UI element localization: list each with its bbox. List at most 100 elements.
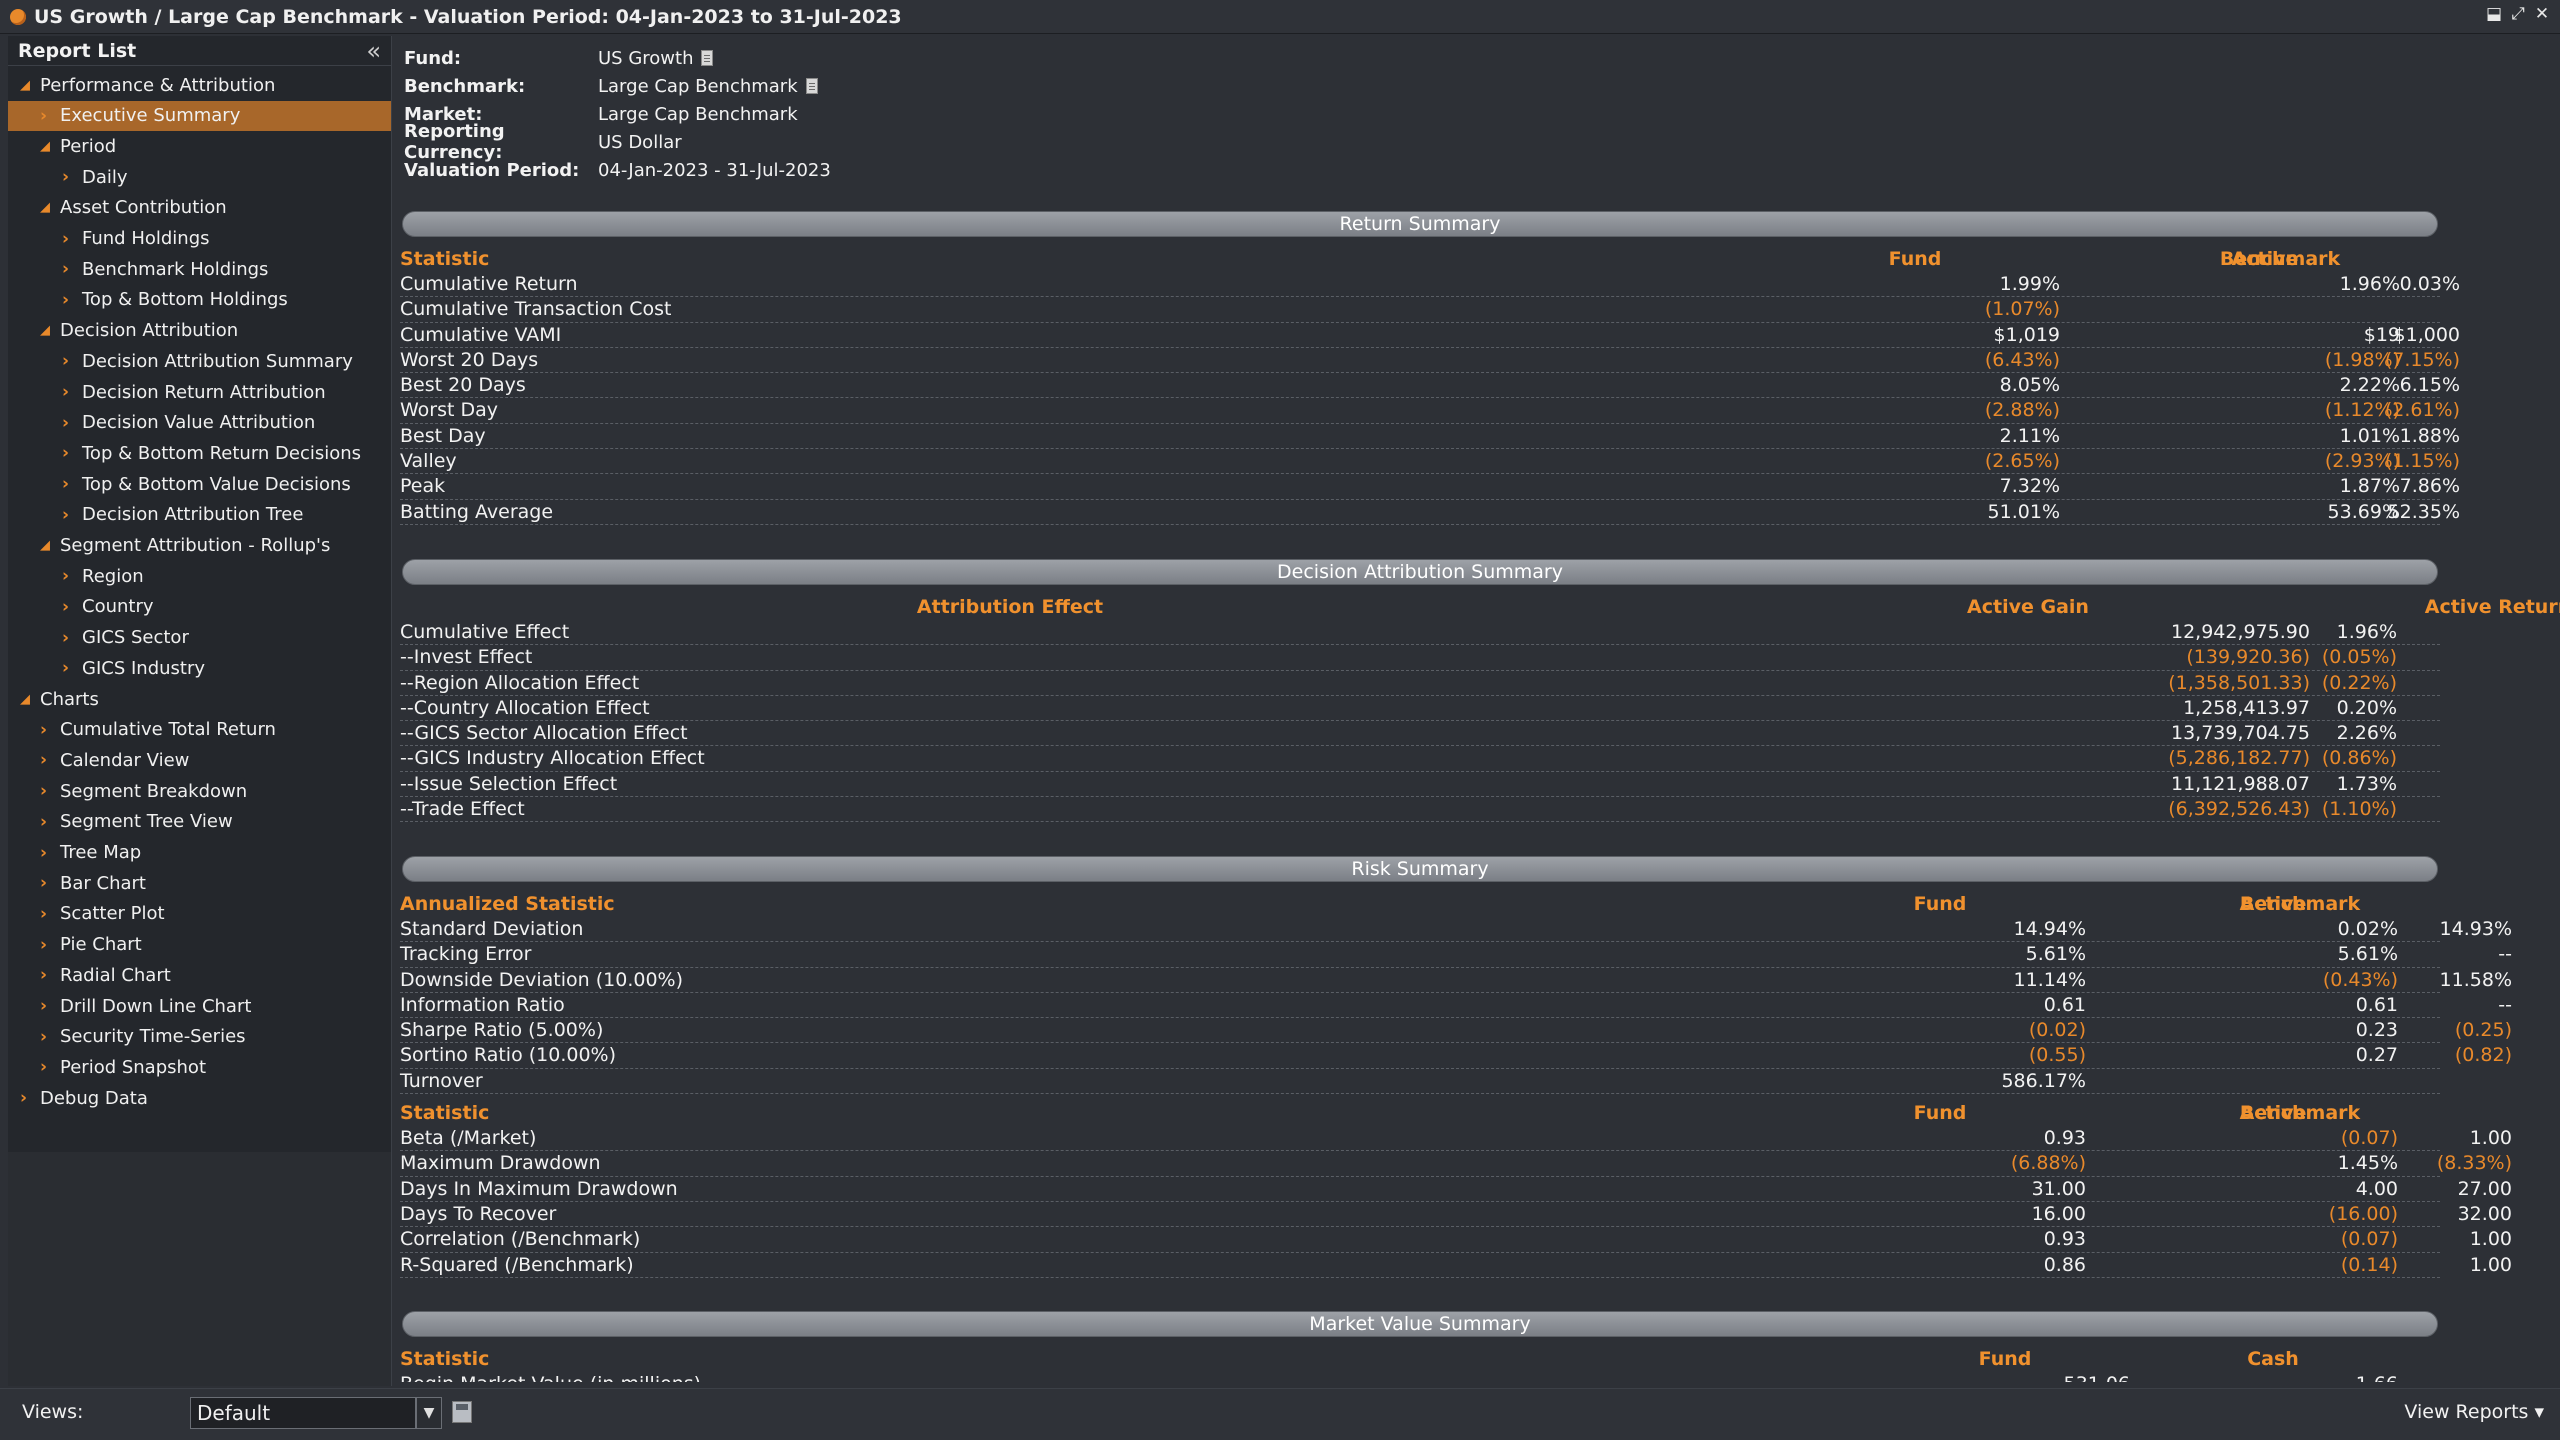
table-row[interactable]: Valley (2.65%) (1.15%) (2.93%): [400, 449, 2460, 475]
table-row[interactable]: Downside Deviation (10.00%) 11.14% 11.58%(…: [400, 968, 2512, 993]
table-row[interactable]: Maximum Drawdown (6.88%) (8.33%) 1.45%: [400, 1151, 2512, 1177]
chevron-right-icon[interactable]: ›: [40, 935, 54, 955]
table-row[interactable]: Cumulative Effect 12,942,975.90 1.96%: [400, 620, 2440, 646]
market-value-summary-header[interactable]: Market Value Summary: [402, 1311, 2438, 1337]
table-row[interactable]: R-Squared (/Benchmark) 0.86 1.00 (0.14): [400, 1253, 2512, 1278]
sidebar-item[interactable]: › Radial Chart: [8, 960, 391, 990]
sidebar-item[interactable]: ◢ Charts: [8, 684, 391, 714]
sidebar-item[interactable]: › Scatter Plot: [8, 899, 391, 929]
table-row[interactable]: Beta (/Market) 0.93 1.00 (0.07): [400, 1126, 2512, 1152]
chevron-right-icon[interactable]: ›: [62, 351, 76, 371]
return-summary-header[interactable]: Return Summary: [402, 211, 2438, 237]
chevron-right-icon[interactable]: ›: [62, 443, 76, 463]
table-row[interactable]: --GICS Industry Allocation Effect (5,286,…: [400, 746, 2440, 772]
sidebar-item[interactable]: ◢ Segment Attribution - Rollup's: [8, 531, 391, 561]
chevron-right-icon[interactable]: ›: [40, 720, 54, 740]
sidebar-item[interactable]: › Bar Chart: [8, 868, 391, 898]
sidebar-item[interactable]: ◢ Decision Attribution: [8, 316, 391, 346]
sidebar-item[interactable]: ◢ Performance & Attribution: [8, 70, 391, 100]
chevron-right-icon[interactable]: ›: [62, 628, 76, 648]
sidebar-item[interactable]: › Decision Value Attribution: [8, 408, 391, 438]
table-row[interactable]: Batting Average 51.01% 52.35% 53.69%: [400, 500, 2460, 525]
table-row[interactable]: Information Ratio 0.61 -- 0.61: [400, 993, 2512, 1019]
chevron-right-icon[interactable]: ›: [40, 904, 54, 924]
chevron-right-icon[interactable]: ›: [62, 259, 76, 279]
chevron-right-icon[interactable]: ›: [40, 965, 54, 985]
table-row[interactable]: Worst 20 Days (6.43%) (7.15%) (1.98%): [400, 348, 2460, 374]
dock-icon[interactable]: ⬓: [2486, 4, 2502, 24]
chevron-right-icon[interactable]: ›: [40, 1057, 54, 1077]
table-row[interactable]: Cumulative VAMI $1,019 $1,000 $19: [400, 323, 2460, 348]
table-row[interactable]: Days In Maximum Drawdown 31.00 27.00 4.00: [400, 1177, 2512, 1202]
table-row[interactable]: --GICS Sector Allocation Effect 13,739,70…: [400, 721, 2440, 747]
table-row[interactable]: --Trade Effect (6,392,526.43) (1.10%): [400, 797, 2440, 823]
benchmark-document-icon[interactable]: [805, 78, 818, 94]
sidebar-item[interactable]: › Fund Holdings: [8, 224, 391, 254]
table-row[interactable]: Standard Deviation 14.94% 14.93% 0.02%: [400, 917, 2512, 943]
chevron-right-icon[interactable]: ›: [62, 658, 76, 678]
expanded-triangle-icon[interactable]: ◢: [40, 323, 54, 338]
views-select[interactable]: Default: [190, 1397, 416, 1429]
chevron-right-icon[interactable]: ›: [62, 505, 76, 525]
chevron-right-icon[interactable]: ›: [40, 781, 54, 801]
table-row[interactable]: --Region Allocation Effect (1,358,501.33)…: [400, 671, 2440, 696]
sidebar-item[interactable]: › Decision Attribution Summary: [8, 346, 391, 376]
sidebar-item[interactable]: › Country: [8, 592, 391, 622]
sidebar-item[interactable]: › Top & Bottom Return Decisions: [8, 438, 391, 468]
table-row[interactable]: Sortino Ratio (10.00%) (0.55) (0.82) 0.27: [400, 1043, 2512, 1069]
fund-document-icon[interactable]: [701, 50, 714, 66]
table-row[interactable]: --Invest Effect (139,920.36) (0.05%): [400, 645, 2440, 671]
sidebar-item[interactable]: › Security Time-Series: [8, 1022, 391, 1052]
expanded-triangle-icon[interactable]: ◢: [40, 538, 54, 553]
chevron-right-icon[interactable]: ›: [40, 106, 54, 126]
expanded-triangle-icon[interactable]: ◢: [40, 200, 54, 215]
chevron-down-icon[interactable]: ▼: [416, 1397, 442, 1429]
table-row[interactable]: Cumulative Transaction Cost (1.07%): [400, 297, 2440, 323]
chevron-right-icon[interactable]: ›: [62, 229, 76, 249]
sidebar-item[interactable]: › Daily: [8, 162, 391, 192]
maximize-icon[interactable]: ⤢: [2510, 4, 2526, 24]
chevron-right-icon[interactable]: ›: [40, 996, 54, 1016]
risk-summary-header[interactable]: Risk Summary: [402, 856, 2438, 882]
chevron-right-icon[interactable]: ›: [62, 382, 76, 402]
sidebar-item[interactable]: › Top & Bottom Holdings: [8, 285, 391, 315]
sidebar-item[interactable]: › Segment Breakdown: [8, 776, 391, 806]
table-row[interactable]: Begin Market Value (in millions)531.061.…: [400, 1372, 2440, 1382]
chevron-right-icon[interactable]: ›: [40, 812, 54, 832]
table-row[interactable]: Best Day 2.11% 1.88% 1.01%: [400, 424, 2460, 450]
sidebar-item[interactable]: › Region: [8, 561, 391, 591]
table-row[interactable]: --Issue Selection Effect 11,121,988.07 1.7…: [400, 772, 2440, 798]
table-row[interactable]: Sharpe Ratio (5.00%) (0.02) (0.25) 0.23: [400, 1018, 2512, 1044]
sidebar-item[interactable]: › Debug Data: [8, 1083, 391, 1113]
expanded-triangle-icon[interactable]: ◢: [20, 78, 34, 93]
table-row[interactable]: --Country Allocation Effect 1,258,413.97 0…: [400, 696, 2440, 722]
table-row[interactable]: Tracking Error 5.61% -- 5.61%: [400, 942, 2512, 968]
sidebar-item[interactable]: › Drill Down Line Chart: [8, 991, 391, 1021]
sidebar-item[interactable]: › Top & Bottom Value Decisions: [8, 469, 391, 499]
chevron-right-icon[interactable]: ›: [62, 566, 76, 586]
chevron-right-icon[interactable]: ›: [40, 873, 54, 893]
chevron-right-icon[interactable]: ›: [62, 597, 76, 617]
expanded-triangle-icon[interactable]: ◢: [20, 692, 34, 707]
sidebar-item[interactable]: › GICS Industry: [8, 653, 391, 683]
collapse-panel-icon[interactable]: «: [366, 39, 381, 63]
sidebar-item[interactable]: › Benchmark Holdings: [8, 254, 391, 284]
table-row[interactable]: Worst Day (2.88%) (2.61%) (1.12%): [400, 398, 2460, 424]
sidebar-item[interactable]: ◢ Asset Contribution: [8, 193, 391, 223]
sidebar-item[interactable]: › Decision Return Attribution: [8, 377, 391, 407]
sidebar-item[interactable]: › Pie Chart: [8, 930, 391, 960]
sidebar-item[interactable]: › Segment Tree View: [8, 807, 391, 837]
table-row[interactable]: Days To Recover 16.00 32.00 (16.00): [400, 1202, 2512, 1228]
sidebar-item[interactable]: › Executive Summary: [8, 100, 391, 131]
chevron-right-icon[interactable]: ›: [62, 474, 76, 494]
chevron-right-icon[interactable]: ›: [40, 1027, 54, 1047]
decision-summary-header[interactable]: Decision Attribution Summary: [402, 559, 2438, 585]
sidebar-item[interactable]: › Tree Map: [8, 838, 391, 868]
save-icon[interactable]: [452, 1401, 472, 1423]
chevron-right-icon[interactable]: ›: [62, 167, 76, 187]
table-row[interactable]: Cumulative Return 1.99% 0.03% 1.96%: [400, 272, 2460, 298]
table-row[interactable]: Best 20 Days 8.05% 6.15% 2.22%: [400, 373, 2460, 399]
sidebar-item[interactable]: › GICS Sector: [8, 623, 391, 653]
chevron-right-icon[interactable]: ›: [62, 290, 76, 310]
expanded-triangle-icon[interactable]: ◢: [40, 139, 54, 154]
